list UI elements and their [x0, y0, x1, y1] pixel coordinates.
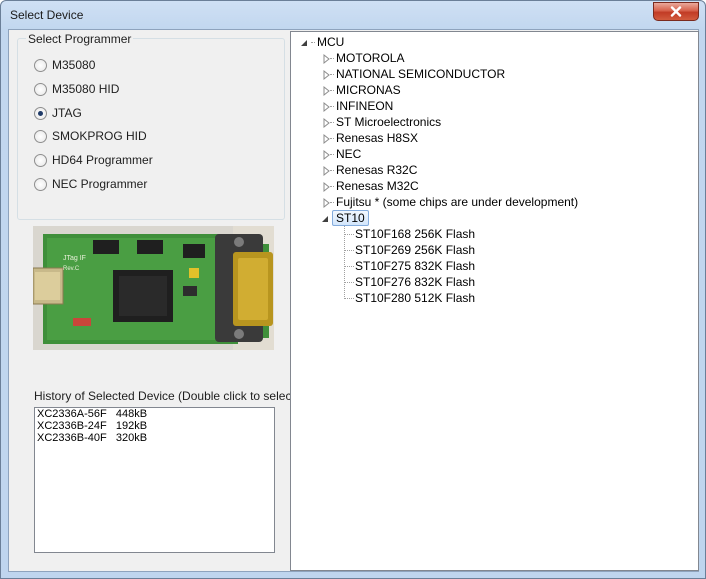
board-revision-text: Rev.C — [63, 266, 80, 272]
title-bar[interactable]: Select Device — [1, 1, 705, 31]
tree-node-manufacturer[interactable]: Renesas H8SX — [336, 130, 418, 146]
radio-nec-programmer[interactable]: NEC Programmer — [34, 176, 147, 192]
close-button[interactable] — [653, 2, 699, 21]
radio-button-icon — [34, 82, 47, 96]
collapsed-arrow-icon[interactable] — [322, 115, 331, 131]
tree-node-device[interactable]: ST10F276 832K Flash — [355, 274, 475, 290]
tree-node-manufacturer[interactable]: Fujitsu * (some chips are under developm… — [336, 194, 578, 210]
select-device-window: Select Device Select Programmer M35080 M… — [0, 0, 706, 579]
radio-label: HD64 Programmer — [52, 153, 153, 167]
radio-hd64-programmer[interactable]: HD64 Programmer — [34, 152, 153, 168]
tree-node-manufacturer[interactable]: ST Microelectronics — [336, 114, 441, 130]
tree-node-manufacturer[interactable]: NEC — [336, 146, 361, 162]
radio-button-icon — [34, 129, 47, 143]
radio-button-icon — [34, 177, 47, 191]
tree-node-manufacturer[interactable]: NATIONAL SEMICONDUCTOR — [336, 66, 505, 82]
radio-selected-icon — [34, 106, 47, 120]
history-item[interactable]: XC2336B-40F 320kB — [35, 432, 274, 444]
board-silkscreen-text: JTag IF — [63, 255, 86, 262]
radio-m35080[interactable]: M35080 — [34, 57, 95, 73]
tree-node-manufacturer[interactable]: MICRONAS — [336, 82, 401, 98]
radio-label: M35080 — [52, 58, 96, 72]
collapsed-arrow-icon[interactable] — [322, 99, 331, 115]
close-icon — [670, 6, 682, 17]
radio-label: SMOKPROG HID — [52, 129, 147, 143]
tree-node-manufacturer[interactable]: Renesas R32C — [336, 162, 417, 178]
programmer-board-photo: JTag IF Rev.C — [33, 226, 274, 350]
tree-node-manufacturer[interactable]: MOTOROLA — [336, 50, 404, 66]
select-programmer-group: Select Programmer M35080 M35080 HID JTAG… — [17, 32, 285, 220]
collapsed-arrow-icon[interactable] — [322, 163, 331, 179]
radio-button-icon — [34, 153, 47, 167]
tree-node-device[interactable]: ST10F280 512K Flash — [355, 290, 475, 306]
history-label: History of Selected Device (Double click… — [34, 389, 299, 403]
window-title: Select Device — [10, 8, 84, 22]
device-tree[interactable]: MCU MOTOROLA NATIONAL SEMICONDUCTOR MICR… — [290, 31, 699, 571]
radio-smokprog-hid[interactable]: SMOKPROG HID — [34, 128, 147, 144]
tree-node-device[interactable]: ST10F168 256K Flash — [355, 226, 475, 242]
collapsed-arrow-icon[interactable] — [322, 51, 331, 67]
radio-button-icon — [34, 58, 47, 72]
radio-label: M35080 HID — [52, 82, 120, 96]
radio-jtag[interactable]: JTAG — [34, 105, 82, 121]
history-listbox[interactable]: XC2336A-56F 448kB XC2336B-24F 192kB XC23… — [34, 407, 275, 553]
collapsed-arrow-icon[interactable] — [322, 131, 331, 147]
tree-node-device[interactable]: ST10F275 832K Flash — [355, 258, 475, 274]
tree-node-device[interactable]: ST10F269 256K Flash — [355, 242, 475, 258]
tree-node-manufacturer[interactable]: INFINEON — [336, 98, 393, 114]
expanded-arrow-icon[interactable] — [321, 211, 330, 227]
tree-node-mcu[interactable]: MCU — [317, 34, 344, 50]
collapsed-arrow-icon[interactable] — [322, 195, 331, 211]
radio-label: NEC Programmer — [52, 177, 148, 191]
collapsed-arrow-icon[interactable] — [322, 83, 331, 99]
tree-node-manufacturer[interactable]: Renesas M32C — [336, 178, 419, 194]
radio-label: JTAG — [52, 106, 82, 120]
select-programmer-legend: Select Programmer — [26, 32, 134, 46]
collapsed-arrow-icon[interactable] — [322, 67, 331, 83]
tree-node-st10-selected[interactable]: ST10 — [332, 210, 369, 226]
collapsed-arrow-icon[interactable] — [322, 147, 331, 163]
collapsed-arrow-icon[interactable] — [322, 179, 331, 195]
history-item[interactable]: XC2336B-24F 192kB — [35, 420, 274, 432]
history-item[interactable]: XC2336A-56F 448kB — [35, 408, 274, 420]
dialog-body: Select Programmer M35080 M35080 HID JTAG… — [8, 29, 699, 572]
radio-m35080-hid[interactable]: M35080 HID — [34, 81, 119, 97]
expanded-arrow-icon[interactable] — [300, 35, 309, 51]
